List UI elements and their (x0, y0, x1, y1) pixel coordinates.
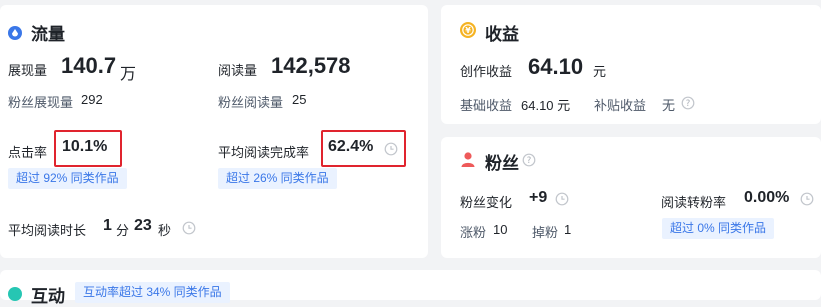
traffic-title: 流量 (31, 25, 65, 44)
creation-earnings-value: 64.10 (528, 54, 584, 79)
fan-change-label: 粉丝变化 (460, 195, 513, 210)
fan-change-value: +9 (529, 189, 548, 206)
fans-lost-value: 1 (564, 222, 572, 237)
fan-impressions-value: 292 (81, 92, 103, 107)
svg-text:¥: ¥ (465, 26, 471, 35)
clock-icon[interactable] (555, 192, 569, 206)
fans-card: 粉丝 ? 粉丝变化 +9 涨粉 10 掉粉 1 阅读转粉率 0.00% 超过 0… (441, 137, 821, 258)
impressions-unit: 万 (120, 66, 137, 83)
person-icon (460, 151, 476, 167)
subsidy-label: 补贴收益 (594, 98, 647, 113)
coin-icon: ¥ (460, 22, 476, 38)
completion-value: 62.4% (328, 138, 374, 155)
ctr-value: 10.1% (62, 138, 108, 155)
interaction-title: 互动 (31, 287, 65, 306)
fans-lost-label: 掉粉 (532, 225, 559, 240)
avg-time-minutes: 1 (103, 217, 112, 234)
avg-time-seconds-unit: 秒 (158, 223, 172, 238)
fan-impressions-label: 粉丝展现量 (8, 95, 74, 110)
creation-earnings-unit: 元 (593, 64, 607, 79)
interaction-badge: 互动率超过 34% 同类作品 (75, 282, 230, 303)
conversion-label: 阅读转粉率 (661, 195, 727, 210)
reads-label: 阅读量 (218, 63, 258, 78)
completion-badge: 超过 26% 同类作品 (218, 168, 337, 189)
fans-gained-label: 涨粉 (460, 225, 487, 240)
avg-time-minutes-unit: 分 (116, 223, 130, 238)
traffic-card: 流量 展现量 140.7 万 粉丝展现量 292 阅读量 142,578 粉丝阅… (0, 5, 428, 258)
earnings-card: ¥ 收益 创作收益 64.10 元 基础收益 64.10 元 补贴收益 无 ? (441, 5, 821, 124)
completion-label: 平均阅读完成率 (218, 145, 310, 160)
fans-title: 粉丝 (485, 154, 519, 173)
fan-reads-value: 25 (292, 92, 307, 107)
base-earnings-label: 基础收益 (460, 98, 513, 113)
earnings-title: 收益 (485, 25, 519, 44)
svg-text:?: ? (686, 99, 691, 109)
fans-gained-value: 10 (493, 222, 508, 237)
svg-text:?: ? (527, 156, 532, 166)
traffic-drop-icon (8, 26, 22, 40)
fan-reads-label: 粉丝阅读量 (218, 95, 284, 110)
conversion-value: 0.00% (744, 189, 790, 206)
clock-icon[interactable] (800, 192, 814, 206)
impressions-label: 展现量 (8, 63, 48, 78)
interaction-card: 互动 互动率超过 34% 同类作品 (0, 270, 821, 306)
reads-value: 142,578 (271, 53, 351, 78)
avg-time-seconds: 23 (134, 217, 152, 234)
help-icon[interactable]: ? (522, 153, 536, 167)
ctr-badge: 超过 92% 同类作品 (8, 168, 127, 189)
conversion-badge: 超过 0% 同类作品 (662, 218, 775, 239)
creation-earnings-label: 创作收益 (460, 64, 513, 79)
impressions-value: 140.7 (61, 53, 117, 78)
interaction-dot-icon (8, 287, 22, 301)
clock-icon[interactable] (384, 142, 398, 156)
help-icon[interactable]: ? (681, 96, 695, 110)
subsidy-value: 无 (662, 98, 676, 113)
base-earnings-value: 64.10 元 (521, 98, 571, 113)
avg-time-label: 平均阅读时长 (8, 223, 87, 238)
ctr-label: 点击率 (8, 145, 48, 160)
clock-icon[interactable] (182, 221, 196, 235)
